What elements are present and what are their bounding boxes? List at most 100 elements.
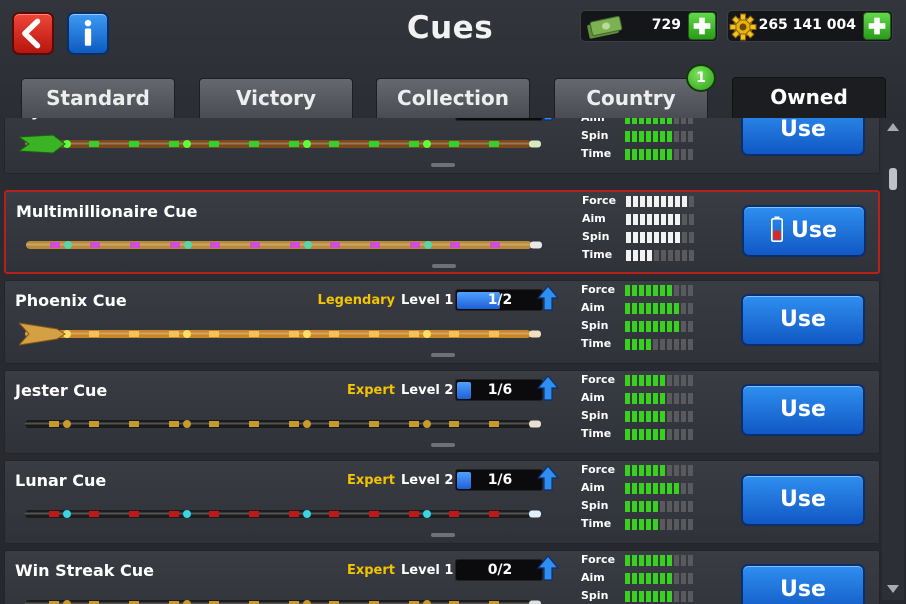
tab-owned[interactable]: Owned: [732, 77, 886, 118]
stat-segment: [653, 411, 658, 422]
stat-segment: [667, 591, 672, 602]
stat-segment: [653, 393, 658, 404]
stat-segment: [639, 149, 644, 160]
plus-icon: [693, 17, 711, 35]
cue-row[interactable]: Jester Cue Expert Level 2 1/6 Force Aim …: [4, 370, 880, 454]
stat-segment: [633, 250, 638, 261]
stat-segment: [674, 591, 679, 602]
stat-segment: [675, 250, 680, 261]
stat-segment: [646, 501, 651, 512]
country-notification-badge: 1: [686, 64, 716, 92]
cue-rarity: Expert: [346, 563, 395, 578]
tab-standard[interactable]: Standard: [21, 78, 175, 118]
stat-segment: [681, 285, 686, 296]
stat-segment: [632, 555, 637, 566]
stat-segment: [647, 196, 652, 207]
stat-label: Force: [581, 283, 616, 296]
stat-label: Spin: [581, 499, 609, 512]
stat-segment: [667, 555, 672, 566]
stat-time: Time: [581, 147, 701, 161]
use-cue-button[interactable]: Use: [741, 118, 865, 156]
upgrade-arrow-icon[interactable]: [537, 375, 559, 401]
stat-segment: [688, 501, 693, 512]
stat-segment: [639, 393, 644, 404]
stat-segment: [688, 411, 693, 422]
stat-segment: [681, 321, 686, 332]
stat-force: Force: [582, 194, 702, 208]
cue-row[interactable]: Win Streak Cue Expert Level 1 0/2 Force …: [4, 550, 880, 604]
cue-name: Multimillionaire Cue: [16, 202, 198, 221]
cue-preview-handle: [432, 264, 456, 268]
use-cue-button[interactable]: Use: [742, 205, 866, 257]
cash-counter: 729: [580, 10, 718, 42]
stat-label: Aim: [581, 391, 605, 404]
upgrade-arrow-icon[interactable]: [537, 118, 559, 121]
scroll-up-icon[interactable]: [884, 120, 902, 134]
upgrade-arrow-icon[interactable]: [537, 465, 559, 491]
stat-segment: [625, 393, 630, 404]
info-button[interactable]: [67, 12, 109, 55]
use-button-label: Use: [780, 487, 826, 512]
stat-segment: [653, 131, 658, 142]
tab-victory[interactable]: Victory: [199, 78, 353, 118]
scrollbar-thumb[interactable]: [889, 168, 897, 190]
stat-segment: [625, 285, 630, 296]
cue-row[interactable]: Multimillionaire Cue Force Aim Spin Time…: [4, 190, 880, 274]
cue-image: [26, 241, 542, 249]
stat-segment: [646, 483, 651, 494]
stat-segment: [660, 411, 665, 422]
stat-spin: Spin: [581, 499, 701, 513]
back-button[interactable]: [12, 12, 54, 55]
stat-segment: [688, 591, 693, 602]
cue-level: Level 1: [401, 293, 454, 308]
stat-segment: [646, 573, 651, 584]
stat-segment: [667, 465, 672, 476]
upgrade-arrow-icon[interactable]: [537, 285, 559, 311]
stat-segment: [632, 573, 637, 584]
stat-segment: [688, 393, 693, 404]
cue-name: Jester Cue: [15, 381, 108, 400]
cue-preview-handle: [431, 163, 455, 167]
scroll-down-icon[interactable]: [884, 582, 902, 596]
cue-row[interactable]: Phoenix Cue Legendary Level 1 1/2 Force …: [4, 280, 880, 364]
stat-segment: [667, 501, 672, 512]
stat-segment: [639, 285, 644, 296]
stat-segment: [639, 465, 644, 476]
stat-label: Force: [581, 553, 616, 566]
use-button-label: Use: [780, 118, 826, 142]
use-cue-button[interactable]: Use: [741, 474, 865, 526]
stat-label: Spin: [581, 589, 609, 602]
stat-segment: [646, 519, 651, 530]
stat-segment: [674, 573, 679, 584]
stat-segment: [681, 429, 686, 440]
cue-row[interactable]: Mythical CueLegendaryLevel 1 0/2: [4, 118, 880, 174]
stat-segment: [632, 303, 637, 314]
stat-label: Time: [581, 147, 612, 160]
tab-country[interactable]: Country: [554, 78, 708, 118]
add-coins-button[interactable]: [863, 12, 891, 40]
upgrade-progress-bar: 1/2: [455, 289, 543, 311]
cue-name: Phoenix Cue: [15, 291, 127, 310]
stat-segment: [653, 303, 658, 314]
coins-counter: 265 141 004: [727, 10, 893, 42]
scrollbar[interactable]: [882, 120, 904, 600]
stat-segment: [639, 501, 644, 512]
stat-segment: [661, 232, 666, 243]
stat-label: Aim: [582, 212, 606, 225]
use-cue-button[interactable]: Use: [741, 294, 865, 346]
stat-segment: [688, 118, 693, 124]
add-cash-button[interactable]: [688, 12, 716, 40]
stat-segment: [626, 214, 631, 225]
stat-segment: [660, 573, 665, 584]
stat-segment: [675, 196, 680, 207]
use-cue-button[interactable]: Use: [741, 384, 865, 436]
upgrade-arrow-icon[interactable]: [537, 555, 559, 581]
use-cue-button[interactable]: Use: [741, 564, 865, 604]
stat-segment: [681, 375, 686, 386]
stat-label: Spin: [581, 319, 609, 332]
stat-segment: [646, 465, 651, 476]
stat-segment: [625, 411, 630, 422]
tab-collection[interactable]: Collection: [376, 78, 530, 118]
stat-segment: [674, 321, 679, 332]
cue-row[interactable]: Lunar Cue Expert Level 2 1/6 Force Aim S…: [4, 460, 880, 544]
